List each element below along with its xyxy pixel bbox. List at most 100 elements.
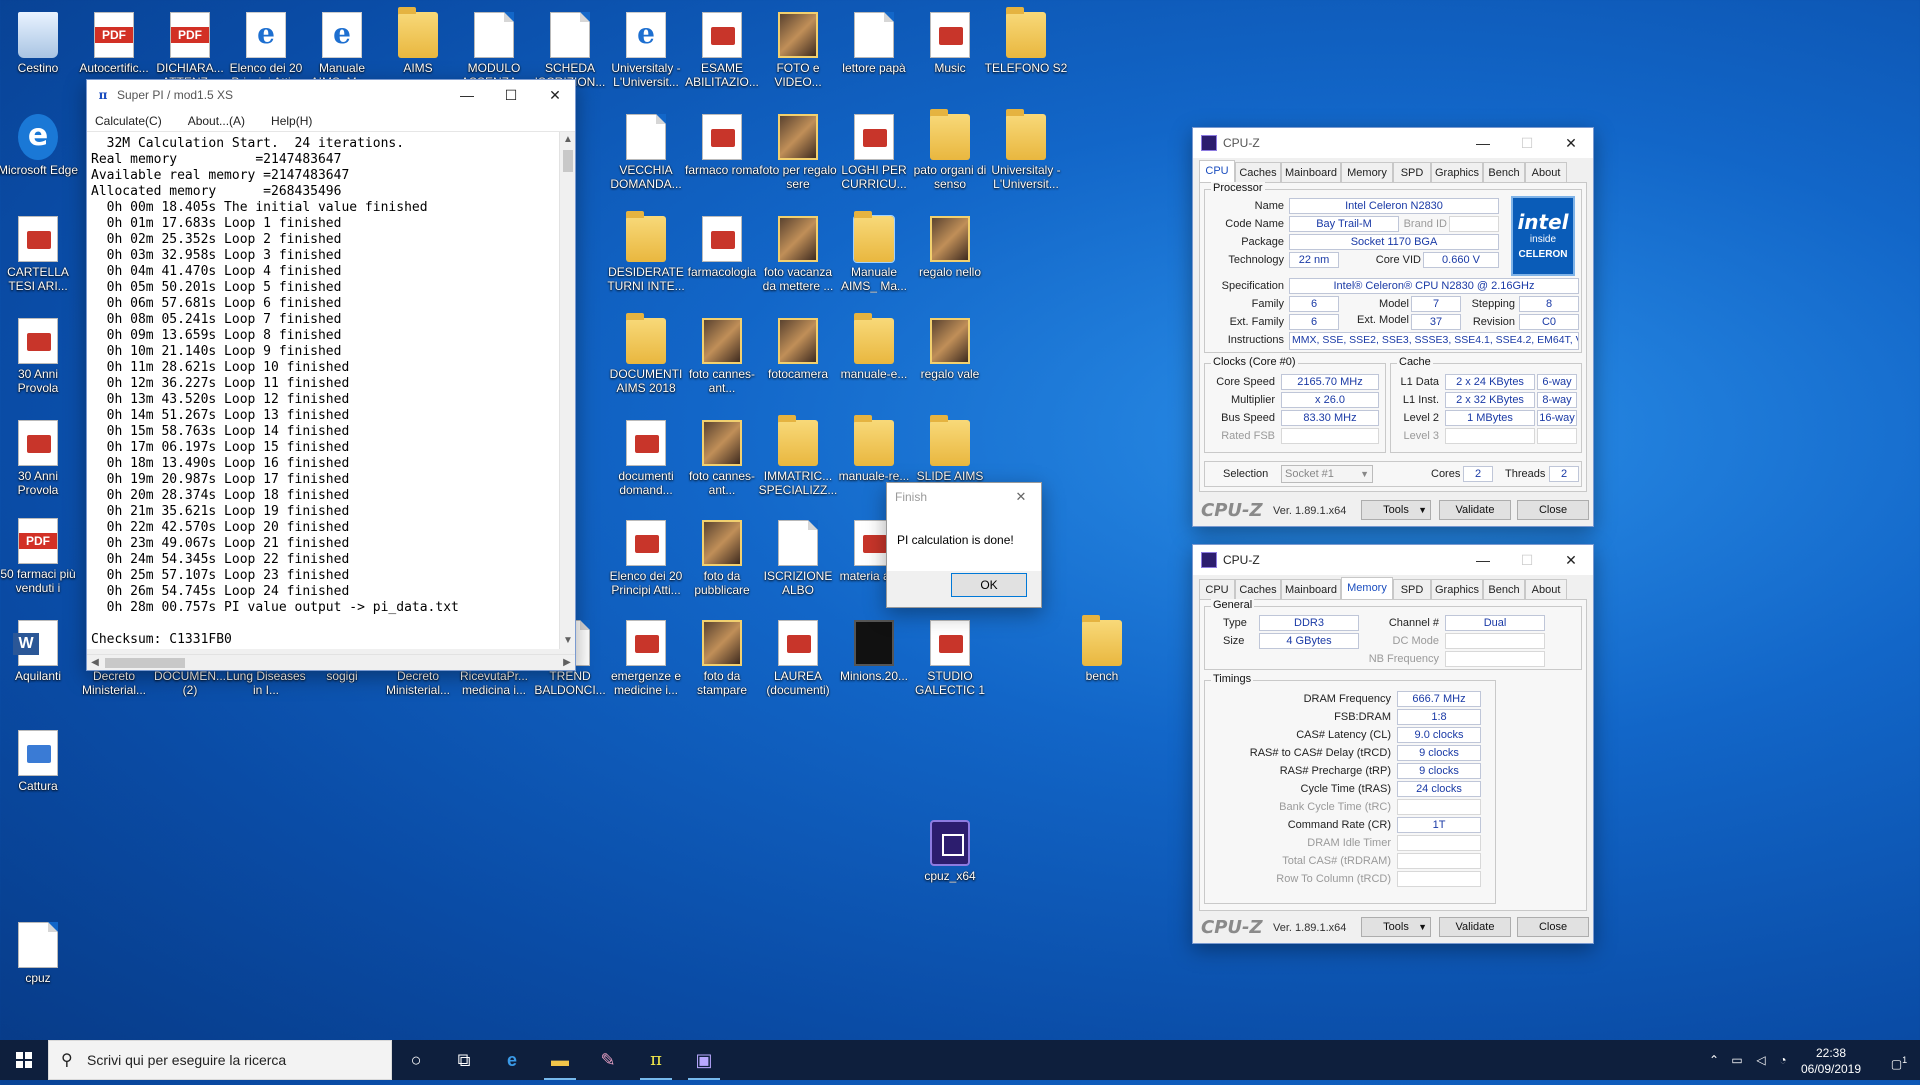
close-icon[interactable]: ✕ (999, 483, 1043, 511)
close-button[interactable]: ✕ (1549, 545, 1593, 575)
desktop-icon[interactable]: Manuale AIMS_ Ma... (832, 208, 916, 298)
maximize-button[interactable]: ☐ (1505, 545, 1549, 575)
start-button[interactable] (0, 1040, 48, 1080)
close-button[interactable]: Close (1517, 917, 1589, 937)
tools-button[interactable]: Tools ▼ (1361, 917, 1431, 937)
desktop-icon[interactable]: cpuz (0, 914, 80, 1004)
minimize-button[interactable]: — (1461, 545, 1505, 575)
notification-center-icon[interactable]: ▢1 (1878, 1040, 1920, 1080)
desktop-icon[interactable]: LAUREA (documenti) (756, 612, 840, 702)
task-view-icon[interactable]: ⧉ (440, 1040, 488, 1080)
desktop-icon[interactable]: TELEFONO S2 (984, 4, 1068, 94)
scroll-left-icon[interactable]: ◀ (87, 655, 103, 671)
tab-spd[interactable]: SPD (1393, 579, 1431, 599)
desktop-icon[interactable]: ESAME ABILITAZIO... (680, 4, 764, 94)
tab-cpu[interactable]: CPU (1199, 160, 1235, 182)
desktop-icon[interactable]: regalo vale (908, 310, 992, 400)
edge-taskbar-icon[interactable]: e (488, 1040, 536, 1080)
scroll-thumb[interactable] (105, 658, 185, 668)
tab-cpu[interactable]: CPU (1199, 579, 1235, 599)
dialog-titlebar[interactable]: Finish ✕ (887, 483, 1041, 511)
tab-about[interactable]: About (1525, 162, 1567, 182)
desktop-icon[interactable]: 30 Anni Provola (0, 310, 80, 400)
desktop-icon[interactable]: e Universitaly - L'Universit... (604, 4, 688, 94)
desktop-icon[interactable]: W Aquilanti (0, 612, 80, 702)
desktop-icon[interactable]: 30 Anni Provola (0, 412, 80, 502)
desktop-icon[interactable]: FOTO e VIDEO... (756, 4, 840, 94)
tab-about[interactable]: About (1525, 579, 1567, 599)
file-explorer-icon[interactable]: ▬ (536, 1040, 584, 1080)
scroll-thumb[interactable] (563, 150, 573, 172)
scroll-up-icon[interactable]: ▲ (560, 132, 576, 148)
desktop-icon[interactable]: foto vacanza da mettere ... (756, 208, 840, 298)
scroll-down-icon[interactable]: ▼ (560, 633, 576, 649)
desktop-icon[interactable]: foto cannes-ant... (680, 412, 764, 502)
superpi-titlebar[interactable]: π Super PI / mod1.5 XS — ☐ ✕ (87, 80, 575, 110)
tab-memory[interactable]: Memory (1341, 162, 1393, 182)
desktop-icon[interactable]: farmacologia (680, 208, 764, 298)
desktop-icon[interactable]: IMMATRIC... SPECIALIZZ... (756, 412, 840, 502)
desktop-icon[interactable]: farmaco roma (680, 106, 764, 196)
desktop-icon[interactable]: LOGHI PER CURRICU... (832, 106, 916, 196)
ok-button[interactable]: OK (951, 573, 1027, 597)
cpuz-titlebar[interactable]: CPU-Z — ☐ ✕ (1193, 128, 1593, 158)
menu-help[interactable]: Help(H) (271, 114, 312, 128)
desktop-icon[interactable]: VECCHIA DOMANDA... (604, 106, 688, 196)
tab-caches[interactable]: Caches (1235, 162, 1281, 182)
volume-icon[interactable]: ◁ (1750, 1040, 1772, 1080)
desktop-icon[interactable]: Cattura (0, 722, 80, 812)
desktop-icon[interactable]: pato organi di senso (908, 106, 992, 196)
cpuz-titlebar[interactable]: CPU-Z — ☐ ✕ (1193, 545, 1593, 575)
desktop-icon[interactable]: documenti domand... (604, 412, 688, 502)
maximize-button[interactable]: ☐ (489, 80, 533, 110)
close-button[interactable]: ✕ (1549, 128, 1593, 158)
desktop-icon[interactable]: STUDIO GALECTIC 1 (908, 612, 992, 702)
clock[interactable]: 22:38 06/09/2019 (1786, 1043, 1876, 1077)
desktop-icon[interactable]: Music (908, 4, 992, 94)
desktop-icon[interactable]: Universitaly - L'Universit... (984, 106, 1068, 196)
battery-icon[interactable]: ▭ (1726, 1040, 1748, 1080)
cortana-icon[interactable]: ○ (392, 1040, 440, 1080)
superpi-output-text[interactable]: 32M Calculation Start. 24 iterations. Rea… (87, 132, 575, 649)
desktop-icon[interactable]: manuale-e... (832, 310, 916, 400)
vertical-scrollbar[interactable]: ▲ ▼ (559, 132, 575, 649)
tab-mainboard[interactable]: Mainboard (1281, 162, 1341, 182)
tab-graphics[interactable]: Graphics (1431, 579, 1483, 599)
close-button[interactable]: ✕ (533, 80, 577, 110)
desktop-icon[interactable]: Cestino (0, 4, 80, 94)
paint-icon[interactable]: ✎ (584, 1040, 632, 1080)
horizontal-scrollbar[interactable]: ◀ ▶ (87, 654, 575, 670)
desktop-icon[interactable]: ISCRIZIONE ALBO (756, 512, 840, 602)
desktop-icon[interactable]: fotocamera (756, 310, 840, 400)
validate-button[interactable]: Validate (1439, 917, 1511, 937)
minimize-button[interactable]: — (445, 80, 489, 110)
cpuz-taskbar-icon[interactable]: ▣ (680, 1040, 728, 1080)
search-box[interactable]: ⚲ Scrivi qui per eseguire la ricerca (48, 1040, 392, 1080)
tab-graphics[interactable]: Graphics (1431, 162, 1483, 182)
desktop-icon[interactable]: e Microsoft Edge (0, 106, 80, 196)
desktop-icon[interactable]: foto da stampare (680, 612, 764, 702)
desktop-icon[interactable]: bench (1060, 612, 1144, 702)
desktop-icon[interactable]: PDF 50 farmaci più venduti i (0, 510, 80, 600)
tray-chevron-icon[interactable]: ⌃ (1704, 1040, 1724, 1080)
menu-about[interactable]: About...(A) (188, 114, 245, 128)
socket-select[interactable]: Socket #1 ▼ (1281, 465, 1373, 483)
desktop-icon[interactable]: emergenze e medicine i... (604, 612, 688, 702)
tab-caches[interactable]: Caches (1235, 579, 1281, 599)
desktop-icon[interactable]: lettore papà (832, 4, 916, 94)
desktop-icon[interactable]: foto cannes-ant... (680, 310, 764, 400)
desktop-icon[interactable]: foto da pubblicare (680, 512, 764, 602)
maximize-button[interactable]: ☐ (1505, 128, 1549, 158)
desktop-icon[interactable]: Minions.20... (832, 612, 916, 702)
close-button[interactable]: Close (1517, 500, 1589, 520)
superpi-taskbar-icon[interactable]: π (632, 1040, 680, 1080)
desktop-icon[interactable]: DOCUMENTI AIMS 2018 (604, 310, 688, 400)
tab-memory[interactable]: Memory (1341, 577, 1393, 599)
tab-spd[interactable]: SPD (1393, 162, 1431, 182)
minimize-button[interactable]: — (1461, 128, 1505, 158)
desktop-icon[interactable]: Elenco dei 20 Principi Atti... (604, 512, 688, 602)
desktop-icon[interactable]: DESIDERATE TURNI INTE... (604, 208, 688, 298)
desktop-icon[interactable]: foto per regalo sere (756, 106, 840, 196)
tab-bench[interactable]: Bench (1483, 162, 1525, 182)
desktop-icon[interactable]: regalo nello (908, 208, 992, 298)
